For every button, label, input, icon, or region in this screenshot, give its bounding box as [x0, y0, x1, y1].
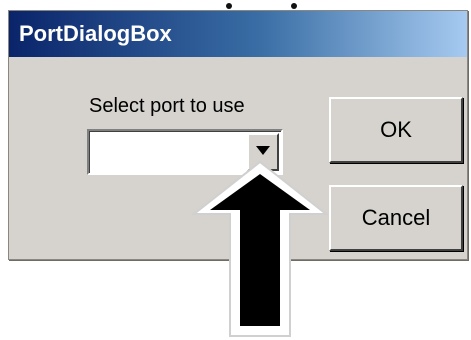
- dot-icon: [291, 3, 297, 9]
- cancel-button[interactable]: Cancel: [329, 185, 463, 251]
- ok-button[interactable]: OK: [329, 97, 463, 163]
- dialog-titlebar[interactable]: PortDialogBox: [9, 11, 467, 57]
- dialog-title: PortDialogBox: [19, 21, 172, 46]
- port-select-label: Select port to use: [89, 95, 245, 117]
- chevron-down-icon: [256, 146, 270, 155]
- dot-icon: [226, 3, 232, 9]
- up-arrow-icon: [191, 160, 329, 337]
